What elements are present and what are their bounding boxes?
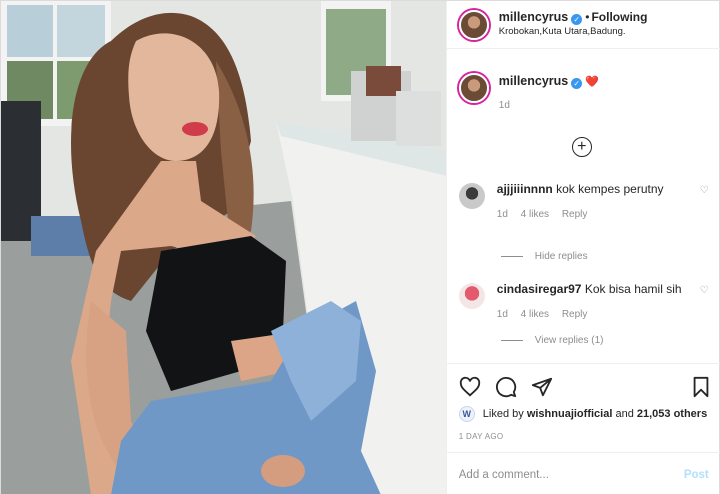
post-comment-button[interactable]: Post [684, 469, 709, 481]
caption-avatar[interactable] [458, 73, 489, 103]
comment-input[interactable] [458, 468, 684, 481]
caption-username[interactable]: millencyrus [499, 74, 568, 88]
reply-button[interactable]: Reply [562, 209, 588, 220]
comment-likes[interactable]: 4 likes [521, 309, 549, 320]
replies-divider [500, 256, 523, 257]
comment-bubble-icon[interactable] [495, 376, 517, 398]
comment-age: 1d [496, 209, 508, 220]
reply-button[interactable]: Reply [562, 309, 588, 320]
header-text: millencyrus ✓ • Following Krobokan,Kuta Uta… [499, 10, 648, 39]
author-avatar[interactable] [458, 9, 489, 40]
liker-username[interactable]: wishnuajiofficial [527, 408, 613, 420]
comment-text: kok kempes perutny [556, 182, 664, 196]
following-button[interactable]: Following [591, 10, 647, 24]
comment-age: 1d [496, 309, 508, 320]
comment: cindasiregar97 Kok bisa hamil sih 1d 4 l… [458, 281, 709, 323]
comment-composer: Post [446, 452, 720, 494]
view-replies-toggle[interactable]: View replies (1) [500, 335, 604, 346]
comment-body: cindasiregar97 Kok bisa hamil sih 1d 4 l… [497, 281, 697, 323]
likes-others[interactable]: 21,053 others [637, 408, 707, 420]
post-header: millencyrus ✓ • Following Krobokan,Kuta Uta… [446, 1, 720, 49]
save-bookmark-icon[interactable] [691, 376, 711, 398]
comment-username[interactable]: cindasiregar97 [497, 282, 582, 296]
comment: ajjjiiinnnn kok kempes perutny 1d 4 like… [458, 181, 709, 223]
hide-replies-toggle[interactable]: Hide replies [500, 251, 588, 262]
likes-summary: W Liked by wishnuajiofficial and 21,053 … [458, 406, 707, 422]
location-link[interactable]: Krobokan,Kuta Utara,Badung. [499, 25, 648, 39]
comment-meta: 1d 4 likes Reply [497, 207, 697, 223]
verified-badge-icon: ✓ [571, 78, 583, 89]
like-comment-heart-icon[interactable]: ♡ [697, 185, 709, 223]
caption-body: millencyrus ✓ ❤️ 1d [499, 73, 599, 114]
liker-avatar[interactable]: W [458, 406, 475, 422]
comment-text: Kok bisa hamil sih [584, 282, 682, 296]
post-modal: millencyrus ✓ • Following Krobokan,Kuta Uta… [0, 0, 720, 494]
replies-toggle-label: Hide replies [534, 251, 588, 262]
action-icons [459, 376, 553, 398]
comment-meta: 1d 4 likes Reply [497, 307, 697, 323]
share-paper-plane-icon[interactable] [531, 376, 553, 398]
post-date[interactable]: 1 DAY AGO [459, 432, 504, 441]
post-sidebar: millencyrus ✓ • Following Krobokan,Kuta Uta… [445, 1, 720, 494]
verified-badge-icon: ✓ [571, 14, 583, 25]
photo-image [1, 1, 446, 494]
load-more-comments-icon[interactable]: + [571, 137, 592, 157]
comment-avatar[interactable] [458, 183, 485, 209]
comment-likes[interactable]: 4 likes [521, 209, 549, 220]
caption-emoji: ❤️ [585, 76, 599, 88]
caption-age: 1d [498, 100, 510, 111]
like-comment-heart-icon[interactable]: ♡ [697, 285, 709, 323]
like-heart-icon[interactable] [459, 376, 481, 398]
post-photo[interactable] [1, 1, 446, 494]
likes-prefix: Liked by [482, 408, 524, 420]
comment-username[interactable]: ajjjiiinnnn [497, 182, 553, 196]
replies-divider [500, 340, 523, 341]
replies-toggle-label: View replies (1) [534, 335, 604, 346]
separator-dot: • [585, 10, 590, 24]
likes-connector: and [615, 408, 634, 420]
comment-body: ajjjiiinnnn kok kempes perutny 1d 4 like… [497, 181, 697, 223]
author-username[interactable]: millencyrus [499, 10, 568, 24]
caption: millencyrus ✓ ❤️ 1d [458, 73, 599, 114]
comment-avatar[interactable] [458, 283, 485, 309]
post-actions: W Liked by wishnuajiofficial and 21,053 … [446, 363, 720, 494]
